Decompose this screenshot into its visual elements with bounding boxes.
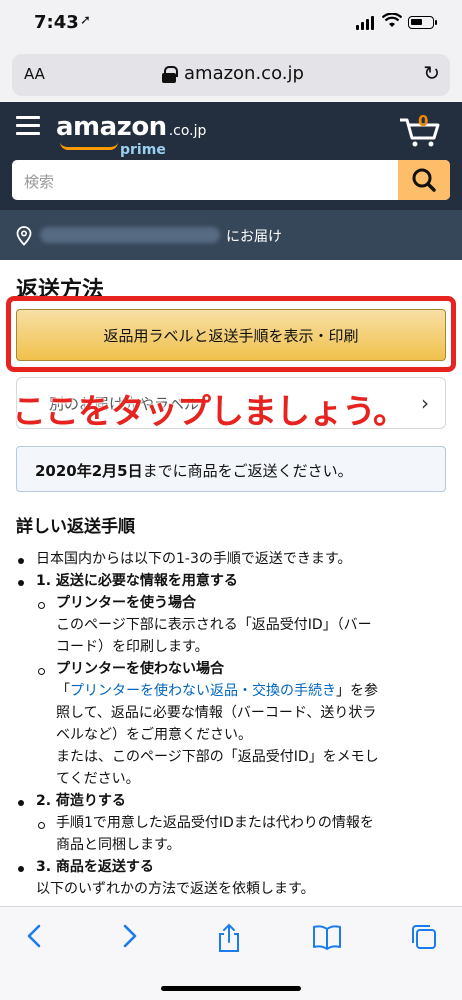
url-text: amazon.co.jp — [184, 63, 304, 84]
bullet — [18, 580, 24, 586]
return-deadline-date: 2020年2月5日 — [35, 462, 143, 480]
browser-address-area: AA amazon.co.jp ↻ — [0, 50, 462, 102]
step-2a-line2: 商品と同梱します。 — [56, 837, 181, 853]
return-deadline-notice: 2020年2月5日までに商品をご返送ください。 — [16, 446, 446, 492]
bullet — [18, 866, 24, 872]
amazon-prime-logo[interactable]: amazon .co.jp prime — [56, 112, 207, 158]
hamburger-menu-icon[interactable] — [16, 116, 40, 138]
bookmarks-icon[interactable] — [312, 923, 342, 958]
location-pin-icon — [16, 226, 32, 246]
cart-count: 0 — [418, 112, 429, 130]
signal-icon — [356, 16, 376, 30]
logo-word: amazon — [56, 112, 167, 142]
lock-icon — [162, 66, 178, 83]
quote-open: 「 — [56, 683, 70, 699]
step-1a-line1: このページ下部に表示される「返品受付ID」（バー — [56, 617, 372, 633]
address-bar[interactable]: AA amazon.co.jp ↻ — [12, 54, 450, 96]
tabs-icon[interactable] — [410, 923, 438, 958]
home-indicator — [161, 986, 301, 991]
highlight-frame — [6, 296, 456, 372]
deliver-to-label: にお届け — [226, 229, 282, 245]
cart-button[interactable]: 0 — [398, 112, 442, 148]
search-input[interactable]: 検索 — [12, 160, 450, 200]
share-icon[interactable] — [216, 923, 242, 960]
step-3-line1: 以下のいずれかの方法で返送を依頼します。 — [36, 881, 315, 897]
amazon-header: amazon .co.jp prime 0 検索 — [0, 102, 462, 210]
deliver-to-bar[interactable]: にお届け — [0, 210, 462, 260]
text-size-button[interactable]: AA — [24, 65, 45, 83]
step-2a-line1: 手順1で用意した返品受付IDまたは代わりの情報を — [56, 815, 374, 831]
location-arrow-icon: ➚ — [80, 13, 91, 28]
step-1b-line2: 照して、返品に必要な情報（バーコード、送り状ラ — [56, 705, 377, 721]
smile-icon — [60, 142, 118, 150]
step-2: 2. 荷造りする — [36, 793, 126, 809]
quote-close: 」を参 — [336, 683, 378, 699]
blurred-address — [40, 227, 220, 243]
steps-heading: 詳しい返送手順 — [16, 517, 135, 537]
sub-bullet — [38, 668, 45, 675]
status-bar: 7:43 ➚ — [0, 0, 462, 50]
step-1a-title: プリンターを使う場合 — [56, 595, 196, 611]
back-icon[interactable] — [24, 923, 44, 956]
search-icon — [412, 168, 436, 192]
step-3: 3. 商品を返送する — [36, 859, 154, 875]
search-placeholder: 検索 — [24, 173, 55, 191]
forward-icon[interactable] — [120, 923, 140, 956]
status-time: 7:43 — [34, 12, 79, 33]
step-1b-line4: または、このページ下部の「返品受付ID」をメモし — [56, 749, 379, 765]
logo-prime: prime — [120, 142, 166, 158]
search-button[interactable] — [398, 160, 450, 200]
battery-icon — [408, 16, 437, 29]
bullet — [18, 800, 24, 806]
step-1a-line2: コード）を印刷します。 — [56, 639, 209, 655]
steps-intro: 日本国内からは以下の1-3の手順で返送できます。 — [36, 551, 352, 567]
no-printer-procedure-link[interactable]: プリンターを使わない返品・交換の手続き — [70, 683, 336, 699]
wifi-icon — [381, 12, 403, 33]
step-1b-line5: てください。 — [56, 771, 140, 787]
logo-tld: .co.jp — [168, 123, 207, 139]
sub-bullet — [38, 602, 45, 609]
chevron-right-icon: › — [421, 391, 429, 415]
tap-annotation: ここをタップしましょう。 — [12, 392, 407, 432]
reload-icon[interactable]: ↻ — [423, 61, 440, 85]
step-1b-title: プリンターを使わない場合 — [56, 661, 224, 677]
step-1: 1. 返送に必要な情報を用意する — [36, 573, 238, 589]
return-deadline-text: までに商品をご返送ください。 — [142, 462, 353, 480]
step-1b-line3: ベルなど）をご用意ください。 — [56, 727, 252, 743]
sub-bullet — [38, 822, 45, 829]
bullet — [18, 558, 24, 564]
